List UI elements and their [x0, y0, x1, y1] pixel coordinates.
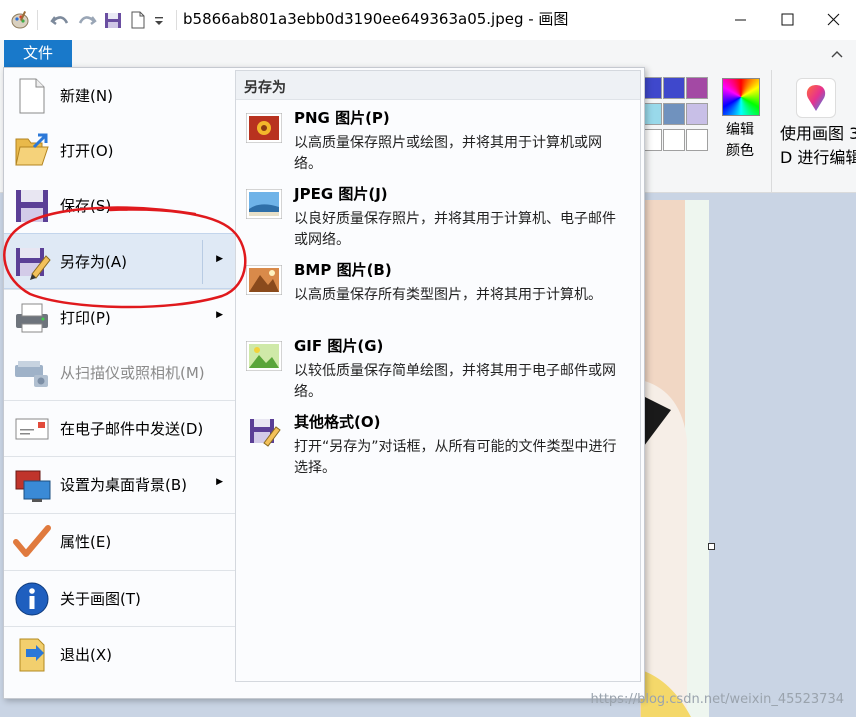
menu-item-label: 设置为桌面背景(B): [60, 476, 187, 494]
desktop-background-icon: [12, 465, 52, 505]
watermark: https://blog.csdn.net/weixin_45523734: [590, 692, 844, 707]
scanner-icon: [12, 353, 52, 393]
new-document-icon: [12, 76, 52, 116]
submenu-header: 另存为: [236, 71, 640, 100]
edit-with-paint3d-button[interactable]: 使用画图 3 D 进行编辑: [776, 78, 856, 168]
color-swatch[interactable]: [686, 129, 708, 151]
maximize-button[interactable]: [764, 0, 810, 40]
menu-item-label: 从扫描仪或照相机(M): [60, 364, 205, 382]
redo-icon[interactable]: [77, 9, 97, 31]
save-as-submenu: 另存为 PNG 图片(P) 以高质量保存照片或绘图，并将其用于计算机或网络。 J…: [235, 70, 641, 682]
format-description: 打开“另存为”对话框，从所有可能的文件类型中进行选择。: [294, 439, 617, 476]
save-as-jpeg-option[interactable]: JPEG 图片(J) 以良好质量保存照片，并将其用于计算机、电子邮件或网络。: [236, 177, 640, 249]
menu-item-label: 新建(N): [60, 87, 113, 105]
properties-check-icon: [12, 522, 52, 562]
menu-item-exit[interactable]: 退出(X): [4, 627, 235, 681]
save-as-bmp-option[interactable]: BMP 图片(B) 以高质量保存所有类型图片，并将其用于计算机。: [236, 253, 640, 325]
format-description: 以较低质量保存简单绘图，并将其用于电子邮件或网络。: [294, 363, 616, 400]
exit-icon: [12, 635, 52, 675]
edit-colors-button[interactable]: 编辑 颜色: [718, 78, 766, 168]
paint3d-label-1: 使用画图 3: [780, 124, 856, 143]
quick-save-icon[interactable]: [103, 9, 123, 31]
menu-item-label: 属性(E): [60, 533, 112, 551]
menu-item-about[interactable]: 关于画图(T): [4, 571, 235, 625]
title-bar: b5866ab801a3ebb0d3190ee649363a05.jpeg - …: [0, 0, 856, 40]
menu-item-send-email[interactable]: 在电子邮件中发送(D): [4, 401, 235, 455]
email-icon: [12, 409, 52, 449]
image-canvas[interactable]: [640, 200, 709, 717]
collapse-ribbon-icon[interactable]: [829, 46, 845, 65]
menu-item-new[interactable]: 新建(N): [4, 68, 235, 122]
menu-item-label: 关于画图(T): [60, 590, 141, 608]
color-swatch[interactable]: [663, 129, 685, 151]
color-swatch[interactable]: [663, 103, 685, 125]
format-description: 以良好质量保存照片，并将其用于计算机、电子邮件或网络。: [294, 211, 616, 248]
paint-app-icon[interactable]: [10, 9, 30, 31]
format-title: 其他格式(O): [294, 413, 381, 431]
format-title: JPEG 图片(J): [294, 185, 388, 203]
other-formats-icon: [246, 417, 282, 447]
submenu-arrow-icon: ▶: [216, 477, 223, 487]
title-divider: [176, 10, 177, 30]
undo-icon[interactable]: [50, 9, 70, 31]
paint3d-icon: [796, 78, 836, 118]
gif-image-icon: [245, 340, 283, 372]
format-description: 以高质量保存所有类型图片，并将其用于计算机。: [294, 287, 602, 303]
format-description: 以高质量保存照片或绘图，并将其用于计算机或网络。: [294, 135, 602, 172]
annotation-ellipse: [0, 200, 260, 315]
paint3d-label-2: D 进行编辑: [780, 148, 856, 167]
minimize-button[interactable]: [717, 0, 763, 40]
color-palette: [640, 77, 715, 157]
info-icon: [12, 579, 52, 619]
save-as-png-option[interactable]: PNG 图片(P) 以高质量保存照片或绘图，并将其用于计算机或网络。: [236, 101, 640, 173]
menu-item-label: 在电子邮件中发送(D): [60, 420, 204, 438]
color-swatch[interactable]: [686, 77, 708, 99]
png-image-icon: [245, 112, 283, 144]
format-title: PNG 图片(P): [294, 109, 390, 127]
file-tab[interactable]: 文件: [4, 40, 72, 67]
customize-quick-access-icon[interactable]: [152, 9, 172, 31]
menu-item-properties[interactable]: 属性(E): [4, 514, 235, 568]
window-title: b5866ab801a3ebb0d3190ee649363a05.jpeg - …: [183, 10, 569, 28]
menu-item-scanner[interactable]: 从扫描仪或照相机(M): [4, 345, 235, 399]
color-swatch[interactable]: [663, 77, 685, 99]
edit-colors-label-2: 颜色: [726, 143, 754, 159]
close-button[interactable]: [810, 0, 856, 40]
menu-item-label: 退出(X): [60, 646, 112, 664]
save-as-gif-option[interactable]: GIF 图片(G) 以较低质量保存简单绘图，并将其用于电子邮件或网络。: [236, 329, 640, 401]
file-menu: 新建(N) 打开(O) 保存(S) 另存为(A) ▶ 打印(P) ▶ 从扫描仪或…: [3, 67, 645, 699]
color-swatch[interactable]: [686, 103, 708, 125]
color-wheel-icon: [722, 78, 760, 116]
edit-colors-label-1: 编辑: [726, 122, 754, 138]
file-menu-commands: 新建(N) 打开(O) 保存(S) 另存为(A) ▶ 打印(P) ▶ 从扫描仪或…: [4, 68, 235, 682]
menu-item-label: 打开(O): [60, 142, 114, 160]
format-title: BMP 图片(B): [294, 261, 392, 279]
format-title: GIF 图片(G): [294, 337, 384, 355]
toolbar-divider: [37, 10, 38, 30]
ribbon-group-divider: [771, 70, 772, 192]
resize-handle[interactable]: [708, 543, 715, 550]
menu-item-open[interactable]: 打开(O): [4, 123, 235, 177]
open-folder-icon: [12, 131, 52, 171]
quick-new-icon[interactable]: [128, 9, 148, 31]
submenu-title: 另存为: [244, 80, 286, 96]
save-as-other-formats-option[interactable]: 其他格式(O) 打开“另存为”对话框，从所有可能的文件类型中进行选择。: [236, 405, 640, 477]
menu-item-set-desktop-background[interactable]: 设置为桌面背景(B) ▶: [4, 457, 235, 511]
